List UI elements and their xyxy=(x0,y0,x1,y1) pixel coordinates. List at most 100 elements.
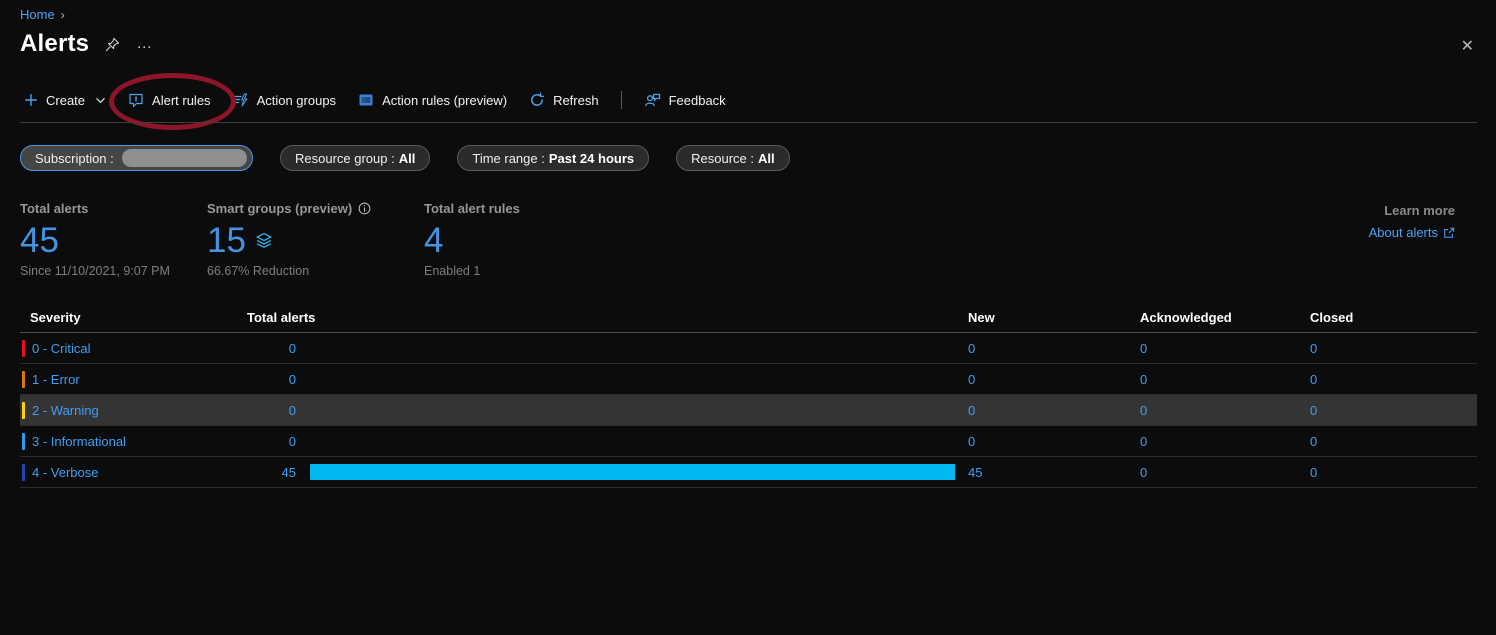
severity-link[interactable]: 0 - Critical xyxy=(32,341,91,356)
info-icon[interactable] xyxy=(358,202,371,215)
closed-value[interactable]: 0 xyxy=(1310,465,1317,480)
closed-value[interactable]: 0 xyxy=(1310,341,1317,356)
resource-filter-value: All xyxy=(758,151,775,166)
alerts-page: Home › Alerts … ✕ Create A xyxy=(0,0,1496,635)
toolbar-divider xyxy=(621,91,622,109)
smart-groups-stat-value: 15 xyxy=(207,221,246,261)
resource-group-filter-pill[interactable]: Resource group : All xyxy=(280,145,430,171)
total-alerts-value[interactable]: 0 xyxy=(289,341,296,356)
total-alerts-value[interactable]: 45 xyxy=(282,465,296,480)
column-header-new[interactable]: New xyxy=(968,310,1140,325)
resource-filter-pill[interactable]: Resource : All xyxy=(676,145,790,171)
severity-link[interactable]: 4 - Verbose xyxy=(32,465,99,480)
new-value[interactable]: 0 xyxy=(968,403,975,418)
feedback-button[interactable]: Feedback xyxy=(644,92,726,108)
refresh-button[interactable]: Refresh xyxy=(529,92,599,108)
smart-groups-stat-label: Smart groups (preview) xyxy=(207,201,352,216)
new-value[interactable]: 0 xyxy=(968,434,975,449)
action-rules-button[interactable]: Action rules (preview) xyxy=(358,92,507,108)
column-header-closed[interactable]: Closed xyxy=(1310,310,1477,325)
close-icon[interactable]: ✕ xyxy=(1461,36,1474,56)
table-header: Severity Total alerts New Acknowledged C… xyxy=(20,303,1477,333)
about-alerts-link-label: About alerts xyxy=(1369,225,1438,240)
feedback-button-label: Feedback xyxy=(669,93,726,108)
table-row-error: 1 - Error 0 0 0 0 xyxy=(20,364,1477,395)
acknowledged-value[interactable]: 0 xyxy=(1140,434,1147,449)
action-rules-icon xyxy=(358,92,374,108)
severity-color-bar xyxy=(22,402,25,419)
total-alerts-value[interactable]: 0 xyxy=(289,372,296,387)
closed-value[interactable]: 0 xyxy=(1310,372,1317,387)
table-row-verbose: 4 - Verbose 45 45 0 0 xyxy=(20,457,1477,488)
time-range-filter-value: Past 24 hours xyxy=(549,151,634,166)
total-alerts-stat: Total alerts 45 Since 11/10/2021, 9:07 P… xyxy=(20,201,207,278)
acknowledged-value[interactable]: 0 xyxy=(1140,403,1147,418)
resource-filter-label: Resource : xyxy=(691,151,754,166)
column-header-severity[interactable]: Severity xyxy=(20,310,247,325)
action-rules-button-label: Action rules (preview) xyxy=(382,93,507,108)
severity-link[interactable]: 2 - Warning xyxy=(32,403,99,418)
table-row-warning: 2 - Warning 0 0 0 0 xyxy=(20,395,1477,426)
acknowledged-value[interactable]: 0 xyxy=(1140,341,1147,356)
plus-icon xyxy=(24,93,38,107)
action-groups-button[interactable]: Action groups xyxy=(233,92,337,108)
acknowledged-value[interactable]: 0 xyxy=(1140,465,1147,480)
learn-more-heading: Learn more xyxy=(1369,203,1455,218)
total-alerts-stat-sub: Since 11/10/2021, 9:07 PM xyxy=(20,264,207,278)
closed-value[interactable]: 0 xyxy=(1310,434,1317,449)
alert-rules-stat-sub: Enabled 1 xyxy=(424,264,611,278)
summary-stats: Total alerts 45 Since 11/10/2021, 9:07 P… xyxy=(20,201,611,278)
closed-value[interactable]: 0 xyxy=(1310,403,1317,418)
command-bar: Create Alert rules Action groups xyxy=(24,91,726,109)
alert-rules-stat-value: 4 xyxy=(424,221,443,261)
table-row-critical: 0 - Critical 0 0 0 0 xyxy=(20,333,1477,364)
column-header-acknowledged[interactable]: Acknowledged xyxy=(1140,310,1310,325)
new-value[interactable]: 0 xyxy=(968,372,975,387)
layers-icon xyxy=(254,231,274,251)
alert-rules-stat: Total alert rules 4 Enabled 1 xyxy=(424,201,611,278)
external-link-icon xyxy=(1443,227,1455,239)
subscription-filter-label: Subscription : xyxy=(35,151,114,166)
table-row-informational: 3 - Informational 0 0 0 0 xyxy=(20,426,1477,457)
learn-more-block: Learn more About alerts xyxy=(1369,203,1455,240)
chevron-down-icon xyxy=(95,95,106,106)
new-value[interactable]: 45 xyxy=(968,465,982,480)
more-options-icon[interactable]: … xyxy=(136,39,154,49)
alert-rules-button[interactable]: Alert rules xyxy=(128,92,211,108)
create-button[interactable]: Create xyxy=(24,93,106,108)
breadcrumb: Home › xyxy=(20,7,65,22)
total-alerts-stat-label: Total alerts xyxy=(20,201,88,216)
severity-color-bar xyxy=(22,433,25,450)
toolbar-rule xyxy=(20,122,1477,123)
severity-table: Severity Total alerts New Acknowledged C… xyxy=(20,303,1477,488)
breadcrumb-home-link[interactable]: Home xyxy=(20,7,55,22)
acknowledged-value[interactable]: 0 xyxy=(1140,372,1147,387)
severity-color-bar xyxy=(22,464,25,481)
severity-link[interactable]: 1 - Error xyxy=(32,372,80,387)
filter-bar: Subscription : Resource group : All Time… xyxy=(20,145,790,171)
subscription-filter-pill[interactable]: Subscription : xyxy=(20,145,253,171)
total-alerts-value[interactable]: 0 xyxy=(289,434,296,449)
title-bar: Alerts … xyxy=(20,30,154,58)
action-groups-button-label: Action groups xyxy=(257,93,337,108)
refresh-button-label: Refresh xyxy=(553,93,599,108)
smart-groups-stat: Smart groups (preview) 15 66.67% Reducti… xyxy=(207,201,424,278)
total-alerts-value[interactable]: 0 xyxy=(289,403,296,418)
time-range-filter-pill[interactable]: Time range : Past 24 hours xyxy=(457,145,649,171)
create-button-label: Create xyxy=(46,93,85,108)
alert-rules-stat-label: Total alert rules xyxy=(424,201,520,216)
pin-icon[interactable] xyxy=(105,37,120,52)
alert-rules-icon xyxy=(128,92,144,108)
resource-group-filter-label: Resource group : xyxy=(295,151,395,166)
breadcrumb-chevron-icon: › xyxy=(61,8,65,22)
column-header-total-alerts[interactable]: Total alerts xyxy=(247,310,968,325)
refresh-icon xyxy=(529,92,545,108)
severity-color-bar xyxy=(22,340,25,357)
about-alerts-link[interactable]: About alerts xyxy=(1369,225,1455,240)
alert-rules-button-label: Alert rules xyxy=(152,93,211,108)
subscription-filter-value-redacted xyxy=(122,149,247,167)
total-alerts-stat-value: 45 xyxy=(20,221,59,261)
resource-group-filter-value: All xyxy=(399,151,416,166)
severity-link[interactable]: 3 - Informational xyxy=(32,434,126,449)
new-value[interactable]: 0 xyxy=(968,341,975,356)
